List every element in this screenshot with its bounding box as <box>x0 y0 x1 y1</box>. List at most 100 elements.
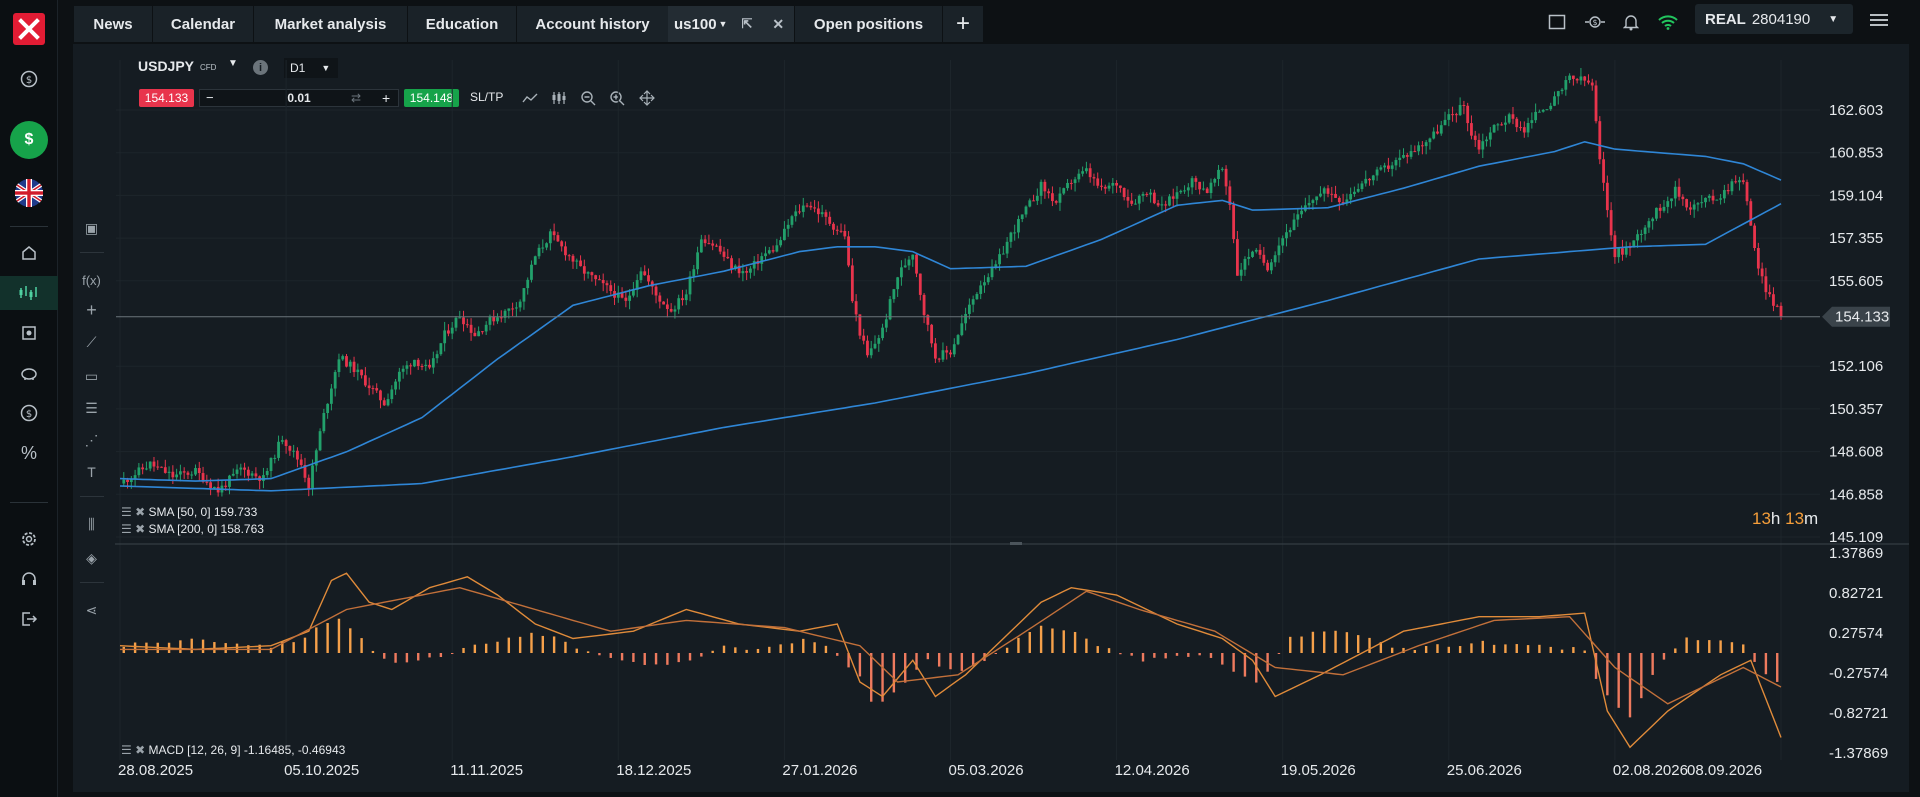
candle-body <box>1507 114 1511 123</box>
candle-body <box>1613 235 1617 258</box>
candle-body <box>1417 145 1420 152</box>
candle-body <box>1217 169 1220 180</box>
macd-bar <box>824 645 828 653</box>
macd-bar <box>1436 644 1439 653</box>
macd-bar <box>1221 653 1224 665</box>
candle-body <box>934 343 937 359</box>
candle-body <box>1443 119 1447 126</box>
candle-body <box>1020 214 1024 220</box>
candle-body <box>175 474 179 478</box>
candle-body <box>673 309 677 312</box>
macd-axis-label: 0.82721 <box>1829 585 1883 602</box>
candle-body <box>869 348 873 356</box>
macd-axis-label: 0.27574 <box>1829 625 1883 642</box>
candle-body <box>854 301 858 315</box>
candle-body <box>533 256 537 265</box>
macd-bar <box>1583 650 1586 653</box>
macd-bar <box>1776 653 1779 682</box>
candle-body <box>167 471 171 473</box>
candle-body <box>1545 109 1549 111</box>
candle-body <box>1379 167 1383 170</box>
macd-bar <box>1096 646 1099 653</box>
date-axis-label: 05.10.2025 <box>284 762 359 779</box>
macd-bar <box>1628 653 1632 718</box>
macd-bar <box>1062 630 1065 653</box>
candle-body <box>1571 75 1575 79</box>
legend-menu-icon[interactable]: ☰ ✖ <box>121 522 145 536</box>
candle-body <box>1722 190 1726 199</box>
candle-body <box>1756 247 1760 269</box>
macd-bar <box>1413 650 1417 653</box>
candle-body <box>409 365 413 367</box>
candle-body <box>1149 192 1152 195</box>
macd-bar <box>892 653 896 693</box>
macd-bar <box>1085 638 1088 653</box>
candle-body <box>1209 182 1213 194</box>
candle-body <box>832 223 835 230</box>
macd-bar <box>179 640 182 653</box>
candle-body <box>481 331 484 333</box>
macd-bar <box>1073 631 1077 653</box>
candle-body <box>722 251 726 257</box>
price-axis-label: 162.603 <box>1829 102 1883 119</box>
candle-body <box>126 479 129 483</box>
macd-legend[interactable]: ☰ ✖ MACD [12, 26, 9] -1.16485, -0.46943 <box>121 743 345 757</box>
candle-body <box>477 331 481 337</box>
macd-bar <box>1640 653 1643 699</box>
candle-body <box>1039 181 1043 196</box>
candle-body <box>499 317 503 319</box>
candle-body <box>239 467 243 470</box>
candle-body <box>1175 192 1179 199</box>
candle-body <box>488 316 492 325</box>
macd-bar <box>1232 653 1235 672</box>
candle-body <box>681 298 684 301</box>
candle-body <box>526 279 530 289</box>
sma50-legend[interactable]: ☰ ✖ SMA [50, 0] 159.733 <box>121 505 257 519</box>
candle-body <box>1319 193 1322 197</box>
macd-bar <box>768 646 771 653</box>
candle-body <box>586 272 590 274</box>
candle-body <box>1624 247 1628 255</box>
candle-body <box>1024 206 1028 215</box>
candle-body <box>1485 139 1488 142</box>
candle-body <box>730 258 733 270</box>
sma50-label: SMA [50, 0] 159.733 <box>148 505 258 519</box>
candle-body <box>1085 168 1088 172</box>
candle-body <box>647 275 650 282</box>
candle-body <box>1749 201 1753 226</box>
price-chart[interactable]: 154.133 162.603 160.853 159.104 157.355 155.6… <box>0 0 1920 797</box>
candle-body <box>1269 262 1273 271</box>
candle-body <box>205 481 209 483</box>
macd-bar <box>473 644 477 653</box>
legend-menu-icon[interactable]: ☰ ✖ <box>121 743 145 757</box>
candle-body <box>665 304 669 309</box>
date-axis-label: 05.03.2026 <box>949 762 1024 779</box>
candle-body <box>1111 183 1115 186</box>
candle-body <box>1058 193 1062 203</box>
price-axis-label: 148.608 <box>1829 444 1883 461</box>
macd-bar <box>1209 653 1213 658</box>
candle-body <box>775 245 779 252</box>
candle-body <box>379 390 382 401</box>
candle-body <box>1202 188 1205 190</box>
candle-body <box>1764 276 1768 293</box>
macd-bar <box>1651 653 1654 675</box>
macd-bar <box>133 642 137 653</box>
macd-axis-label: -1.37869 <box>1829 745 1888 762</box>
candle-body <box>1194 178 1198 182</box>
candle-body <box>1266 262 1269 271</box>
candle-body <box>726 256 730 259</box>
candle-body <box>1330 193 1334 195</box>
candle-body <box>496 317 499 322</box>
legend-menu-icon[interactable]: ☰ ✖ <box>121 505 145 519</box>
candle-body <box>1424 142 1428 147</box>
macd-bar <box>1051 628 1054 653</box>
candle-body <box>367 385 371 389</box>
macd-bar <box>303 637 307 653</box>
candle-body <box>548 231 552 244</box>
candle-body <box>767 250 771 254</box>
candle-body <box>243 467 246 470</box>
candle-body <box>122 479 126 484</box>
chart-grid <box>116 60 1820 760</box>
sma200-legend[interactable]: ☰ ✖ SMA [200, 0] 158.763 <box>121 522 264 536</box>
